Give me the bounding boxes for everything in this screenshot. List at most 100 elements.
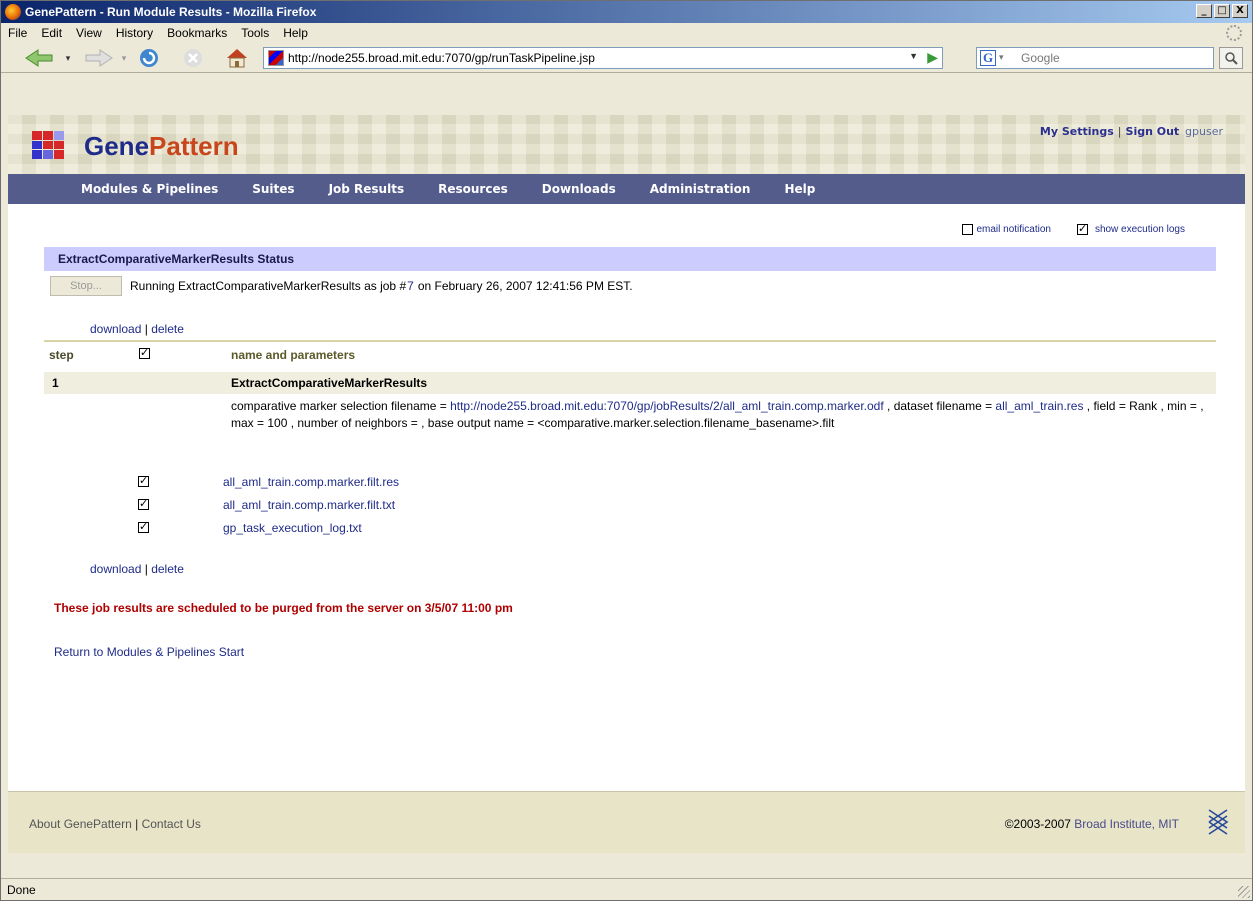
google-icon[interactable]: G [980,50,996,66]
file-link[interactable]: gp_task_execution_log.txt [223,521,362,535]
genepattern-brand[interactable]: GenePattern [84,131,239,162]
throbber-icon [1226,25,1242,41]
forward-arrow-icon [85,49,113,67]
param-dataset-link[interactable]: all_aml_train.res [995,399,1083,413]
reload-button[interactable] [135,46,163,70]
sign-out-link[interactable]: Sign Out [1126,125,1180,138]
search-placeholder: Google [1021,51,1060,65]
nav-help[interactable]: Help [784,182,815,196]
copyright: ©2003-2007 Broad Institute, MIT [1005,817,1179,831]
genepattern-logo-icon[interactable] [32,131,64,159]
right-border [1245,73,1252,878]
my-settings-link[interactable]: My Settings [1040,125,1114,138]
gp-main-nav: Modules & Pipelines Suites Job Results R… [8,174,1245,204]
url-text: http://node255.broad.mit.edu:7070/gp/run… [288,51,595,65]
nav-downloads[interactable]: Downloads [542,182,616,196]
file-checkbox[interactable] [138,520,149,533]
email-notification-label: email notification [976,224,1051,235]
window-title: GenePattern - Run Module Results - Mozil… [25,5,317,19]
about-link[interactable]: About GenePattern [29,817,132,831]
url-bar[interactable]: http://node255.broad.mit.edu:7070/gp/run… [263,47,943,69]
window-controls: _ □ X [1196,4,1248,18]
file-checkbox[interactable] [138,497,149,510]
home-button[interactable] [223,46,251,70]
menu-bookmarks[interactable]: Bookmarks [167,26,227,40]
link-separator: | [144,322,148,336]
nav-job-results[interactable]: Job Results [329,182,405,196]
footer-separator: | [135,817,139,831]
resize-grip-icon[interactable] [1238,886,1250,898]
table-row: 1 ExtractComparativeMarkerResults [44,372,1216,394]
nav-suites[interactable]: Suites [252,182,294,196]
delete-link-bottom[interactable]: delete [151,562,184,576]
file-link[interactable]: all_aml_train.comp.marker.filt.txt [223,498,395,512]
menu-file[interactable]: File [8,26,27,40]
col-name-params: name and parameters [231,348,356,362]
status-title-band: ExtractComparativeMarkerResults Status [44,247,1216,271]
home-icon [227,49,247,68]
param-cms-link[interactable]: http://node255.broad.mit.edu:7070/gp/job… [450,399,884,413]
nav-resources[interactable]: Resources [438,182,508,196]
file-link[interactable]: all_aml_train.comp.marker.filt.res [223,475,399,489]
stop-load-button[interactable] [179,46,207,70]
nav-modules-pipelines[interactable]: Modules & Pipelines [81,182,218,196]
minimize-button[interactable]: _ [1196,4,1212,18]
download-link-top[interactable]: download [90,322,141,336]
download-delete-top: download | delete [90,322,184,336]
file-checkbox[interactable] [138,474,149,487]
show-logs-checkbox[interactable] [1076,222,1088,235]
menu-tools[interactable]: Tools [241,26,269,40]
list-item: gp_task_execution_log.txt [138,516,399,539]
module-parameters: comparative marker selection filename = … [231,398,1216,432]
stop-icon [184,49,202,67]
back-dropdown-icon[interactable]: ▾ [63,46,73,70]
nav-administration[interactable]: Administration [650,182,751,196]
gp-footer: About GenePattern | Contact Us ©2003-200… [8,791,1245,853]
stop-job-button[interactable]: Stop... [50,276,122,296]
close-button[interactable]: X [1232,4,1248,18]
forward-button[interactable] [79,46,119,70]
user-links-separator: | [1117,125,1122,138]
broad-institute-link[interactable]: Broad Institute, MIT [1074,817,1179,831]
navigation-toolbar: ▾ ▾ http://node255.broad.mit.edu:7070/gp… [1,43,1252,73]
job-number-link[interactable]: 7 [407,279,414,293]
table-header: step name and parameters [44,342,1216,366]
search-button[interactable] [1219,47,1243,69]
contact-link[interactable]: Contact Us [142,817,201,831]
col-step: step [49,348,74,362]
param-dataset-label: , dataset filename = [883,399,996,413]
download-link-bottom[interactable]: download [90,562,141,576]
reload-icon [140,49,158,67]
module-name: ExtractComparativeMarkerResults [231,376,428,390]
list-item: all_aml_train.comp.marker.filt.txt [138,493,399,516]
maximize-button[interactable]: □ [1214,4,1230,18]
step-number: 1 [52,376,59,390]
username: gpuser [1185,125,1223,138]
email-notification-checkbox[interactable] [962,224,974,235]
back-button[interactable] [19,46,59,70]
menu-edit[interactable]: Edit [41,26,62,40]
menu-help[interactable]: Help [283,26,308,40]
gp-header: GenePattern My Settings | Sign Out gpuser [8,115,1245,174]
go-icon[interactable]: ▶ [927,49,938,66]
show-logs-label: show execution logs [1094,224,1185,235]
page-viewport: GenePattern My Settings | Sign Out gpuser … [8,115,1245,853]
user-links: My Settings | Sign Out gpuser [1040,125,1223,138]
menu-bar: File Edit View History Bookmarks Tools H… [1,23,1252,43]
return-link[interactable]: Return to Modules & Pipelines Start [54,645,244,659]
job-options: email notification show execution logs [962,222,1185,235]
magnifier-icon [1225,52,1238,65]
browser-window: GenePattern - Run Module Results - Mozil… [0,0,1253,901]
select-all-checkbox[interactable] [139,346,150,360]
search-engine-dropdown-icon[interactable]: ▾ [999,52,1004,63]
url-dropdown-icon[interactable]: ▼ [909,51,918,61]
download-delete-bottom: download | delete [90,562,184,576]
search-box[interactable]: G ▾ Google [976,47,1214,69]
delete-link-top[interactable]: delete [151,322,184,336]
forward-dropdown-icon[interactable]: ▾ [119,46,129,70]
menu-view[interactable]: View [76,26,102,40]
menu-history[interactable]: History [116,26,153,40]
status-text: Done [7,882,36,897]
run-prefix: Running ExtractComparativeMarkerResults … [130,279,407,293]
broad-logo-icon[interactable] [1207,808,1229,836]
